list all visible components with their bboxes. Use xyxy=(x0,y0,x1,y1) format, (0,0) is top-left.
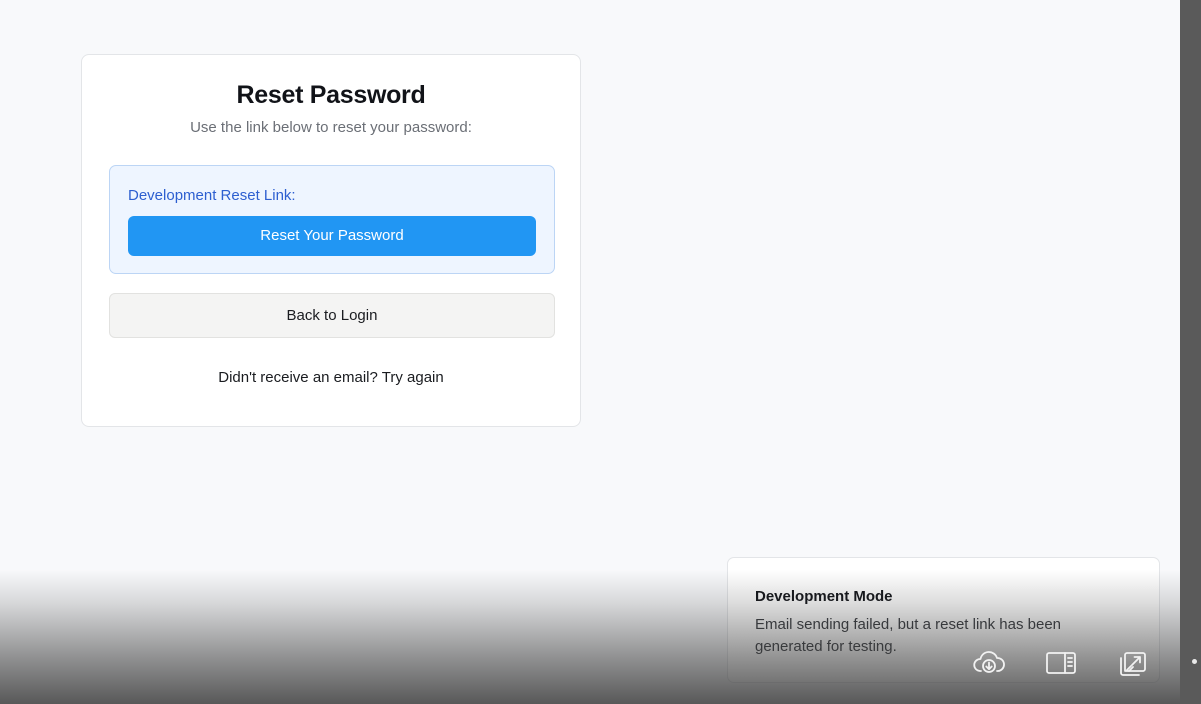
reset-password-button[interactable]: Reset Your Password xyxy=(128,216,536,256)
retry-line: Didn't receive an email? Try again xyxy=(82,369,580,386)
back-to-login-button[interactable]: Back to Login xyxy=(109,293,555,338)
dev-mode-toast: Development Mode Email sending failed, b… xyxy=(727,557,1160,683)
sidebar-panel-icon[interactable] xyxy=(1045,649,1077,677)
dev-reset-link-box: Development Reset Link: Reset Your Passw… xyxy=(109,165,555,274)
open-external-icon[interactable] xyxy=(1117,649,1149,677)
rail-indicator-dot xyxy=(1192,659,1197,664)
reset-password-card: Reset Password Use the link below to res… xyxy=(81,54,581,427)
page-subtitle: Use the link below to reset your passwor… xyxy=(190,119,472,136)
try-again-link[interactable]: Try again xyxy=(382,369,444,386)
page-viewport: Reset Password Use the link below to res… xyxy=(0,0,1180,704)
dev-reset-link-label: Development Reset Link: xyxy=(128,187,296,204)
cloud-download-icon[interactable] xyxy=(973,649,1005,677)
page-title: Reset Password xyxy=(236,81,426,109)
toast-title: Development Mode xyxy=(755,588,893,605)
window-edge-rail xyxy=(1180,0,1201,704)
retry-prompt: Didn't receive an email? xyxy=(218,369,378,386)
